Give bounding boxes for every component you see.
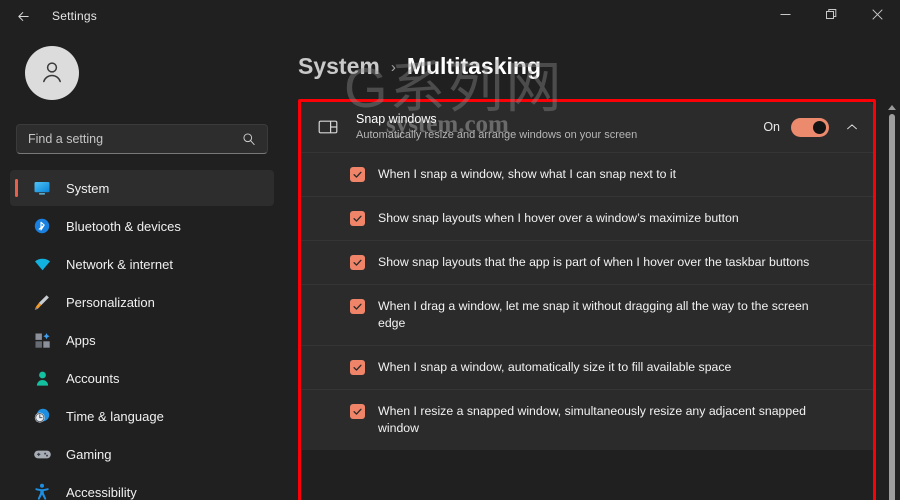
checkbox-checked[interactable]: [350, 299, 365, 314]
snap-option-label: When I drag a window, let me snap it wit…: [378, 299, 809, 330]
sidebar-item-label: Bluetooth & devices: [66, 218, 181, 234]
sidebar-item-apps[interactable]: Apps: [10, 322, 274, 358]
content-area: System › Multitasking Snap windows Autom…: [284, 32, 900, 500]
sidebar-item-network-internet[interactable]: Network & internet: [10, 246, 274, 282]
minimize-icon: [780, 7, 791, 25]
app-title: Settings: [52, 9, 97, 23]
checkbox-checked[interactable]: [350, 211, 365, 226]
sidebar-item-label: Apps: [66, 332, 96, 348]
snap-windows-toggle[interactable]: [791, 117, 829, 137]
snap-option-row[interactable]: Show snap layouts when I hover over a wi…: [301, 196, 873, 240]
title-bar: Settings: [0, 0, 900, 32]
snap-option-row[interactable]: Show snap layouts that the app is part o…: [301, 240, 873, 284]
checkbox-checked[interactable]: [350, 255, 365, 270]
page-title: Multitasking: [406, 53, 541, 79]
sidebar-item-gaming[interactable]: Gaming: [10, 436, 274, 472]
snap-layout-icon: [317, 116, 339, 138]
wifi-icon: [32, 254, 52, 274]
sidebar-item-label: Network & internet: [66, 256, 173, 272]
checkbox-checked[interactable]: [350, 167, 365, 182]
snap-option-row[interactable]: When I snap a window, automatically size…: [301, 345, 873, 389]
snap-windows-card: Snap windows Automatically resize and ar…: [301, 102, 873, 450]
sidebar-item-label: System: [66, 180, 110, 196]
sidebar-item-label: Accessibility: [66, 484, 137, 500]
toggle-knob: [813, 120, 826, 134]
checkbox-checked[interactable]: [350, 404, 365, 419]
sidebar-item-label: Gaming: [66, 446, 112, 462]
content-scrollbar[interactable]: [886, 105, 898, 500]
back-button[interactable]: [6, 1, 40, 31]
snap-windows-subtitle: Automatically resize and arrange windows…: [356, 129, 638, 141]
snap-option-row[interactable]: When I drag a window, let me snap it wit…: [301, 284, 873, 345]
sidebar-item-bluetooth-devices[interactable]: Bluetooth & devices: [10, 208, 274, 244]
chevron-right-icon: ›: [390, 59, 396, 76]
close-button[interactable]: [854, 0, 900, 32]
snap-option-label: When I snap a window, show what I can sn…: [378, 167, 677, 181]
avatar[interactable]: [25, 46, 79, 100]
breadcrumb-parent[interactable]: System: [298, 53, 380, 80]
paintbrush-icon: [32, 292, 52, 312]
search-input[interactable]: [17, 132, 242, 146]
back-arrow-icon: [16, 9, 31, 24]
search-icon: [242, 132, 267, 146]
monitor-icon: [32, 178, 52, 198]
snap-option-label: Show snap layouts that the app is part o…: [378, 255, 810, 269]
sidebar-item-time-language[interactable]: Time & language: [10, 398, 274, 434]
sidebar-item-personalization[interactable]: Personalization: [10, 284, 274, 320]
sidebar-item-label: Personalization: [66, 294, 155, 310]
sidebar-item-label: Accounts: [66, 370, 120, 386]
accessibility-icon: [32, 482, 52, 500]
breadcrumb: System › Multitasking: [284, 32, 900, 80]
minimize-button[interactable]: [762, 0, 808, 32]
chevron-up-icon[interactable]: [845, 120, 859, 134]
window-controls: [762, 0, 900, 32]
clock-globe-icon: [32, 406, 52, 426]
snap-toggle-state-label: On: [763, 120, 780, 134]
snap-option-label: Show snap layouts when I hover over a wi…: [378, 211, 739, 225]
gamepad-icon: [32, 444, 52, 464]
scroll-up-arrow-icon[interactable]: [888, 105, 896, 112]
search-box[interactable]: [16, 124, 268, 154]
checkbox-checked[interactable]: [350, 360, 365, 375]
snap-windows-title: Snap windows: [356, 112, 437, 126]
user-avatar-icon: [38, 57, 66, 90]
snap-windows-header[interactable]: Snap windows Automatically resize and ar…: [301, 102, 873, 152]
snap-option-row[interactable]: When I snap a window, show what I can sn…: [301, 152, 873, 196]
apps-grid-icon: [32, 330, 52, 350]
sidebar-item-system[interactable]: System: [10, 170, 274, 206]
sidebar-nav: System Bluetooth & devices Network & int…: [10, 170, 274, 500]
sidebar-item-accounts[interactable]: Accounts: [10, 360, 274, 396]
person-icon: [32, 368, 52, 388]
bluetooth-icon: [32, 216, 52, 236]
snap-option-label: When I snap a window, automatically size…: [378, 360, 732, 374]
scrollbar-thumb[interactable]: [889, 114, 895, 500]
close-icon: [871, 7, 883, 25]
snap-option-label: When I resize a snapped window, simultan…: [378, 404, 806, 435]
maximize-button[interactable]: [808, 0, 854, 32]
restore-icon: [825, 7, 837, 25]
snap-windows-highlight: Snap windows Automatically resize and ar…: [298, 99, 876, 500]
sidebar-item-accessibility[interactable]: Accessibility: [10, 474, 274, 500]
snap-option-row[interactable]: When I resize a snapped window, simultan…: [301, 389, 873, 450]
sidebar: System Bluetooth & devices Network & int…: [0, 32, 284, 500]
sidebar-item-label: Time & language: [66, 408, 164, 424]
